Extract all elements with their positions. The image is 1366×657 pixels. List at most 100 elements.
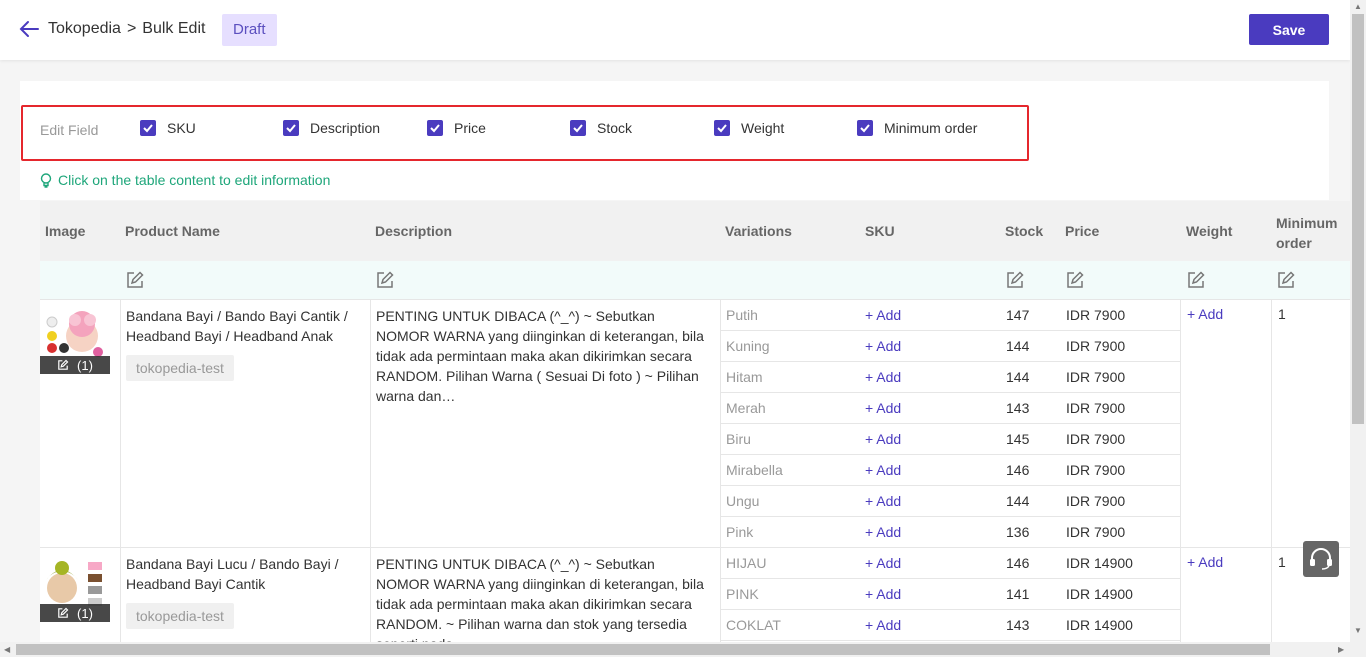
breadcrumb-page: Bulk Edit xyxy=(142,20,206,37)
add-sku-link[interactable]: + Add xyxy=(865,462,901,478)
scroll-right-icon[interactable]: ▶ xyxy=(1338,645,1344,654)
product-name[interactable]: Bandana Bayi / Bando Bayi Cantik / Headb… xyxy=(126,306,366,346)
breadcrumb: Tokopedia > Bulk Edit xyxy=(48,20,205,38)
edit-image-icon[interactable] xyxy=(57,359,69,371)
variation-stock[interactable]: 141 xyxy=(1006,586,1029,602)
table-row: (1) Bandana Bayi / Bando Bayi Cantik / H… xyxy=(40,300,1350,548)
variation-price[interactable]: IDR 7900 xyxy=(1066,493,1125,509)
bulk-edit-row xyxy=(40,261,1350,300)
column-header-stock: Stock xyxy=(1005,223,1044,239)
edit-image-icon[interactable] xyxy=(57,607,69,619)
bulk-edit-table: Image Product Name Description Variation… xyxy=(40,201,1350,642)
variation-row: PINK + Add 141 IDR 14900 xyxy=(720,579,1180,610)
variation-name: PINK xyxy=(726,586,759,602)
variation-price[interactable]: IDR 7900 xyxy=(1066,524,1125,540)
table-header: Image Product Name Description Variation… xyxy=(40,201,1350,261)
add-sku-link[interactable]: + Add xyxy=(865,586,901,602)
product-image[interactable]: (1) xyxy=(40,556,110,622)
checkbox-stock[interactable]: Stock xyxy=(570,120,632,136)
checkbox-checked-icon[interactable] xyxy=(857,120,873,136)
checkbox-label: Description xyxy=(310,120,381,136)
variation-stock[interactable]: 143 xyxy=(1006,400,1029,416)
back-arrow-icon[interactable] xyxy=(18,18,40,40)
checkbox-checked-icon[interactable] xyxy=(714,120,730,136)
variation-stock[interactable]: 145 xyxy=(1006,431,1029,447)
edit-minimum-order-icon[interactable] xyxy=(1276,270,1296,290)
variation-price[interactable]: IDR 7900 xyxy=(1066,338,1125,354)
image-count: (1) xyxy=(77,357,93,373)
product-image[interactable]: (1) xyxy=(40,308,110,374)
save-button[interactable]: Save xyxy=(1249,14,1329,45)
variation-stock[interactable]: 144 xyxy=(1006,369,1029,385)
variation-price[interactable]: IDR 7900 xyxy=(1066,400,1125,416)
breadcrumb-app[interactable]: Tokopedia xyxy=(48,20,121,38)
edit-stock-icon[interactable] xyxy=(1005,270,1025,290)
checkbox-checked-icon[interactable] xyxy=(427,120,443,136)
variation-name: Mirabella xyxy=(726,462,783,478)
variation-price[interactable]: IDR 7900 xyxy=(1066,307,1125,323)
add-sku-link[interactable]: + Add xyxy=(865,555,901,571)
variation-stock[interactable]: 147 xyxy=(1006,307,1029,323)
variation-stock[interactable]: 143 xyxy=(1006,617,1029,633)
checkbox-sku[interactable]: SKU xyxy=(140,120,196,136)
scroll-up-icon[interactable]: ▲ xyxy=(1354,2,1362,11)
vertical-scrollbar-thumb[interactable] xyxy=(1352,14,1364,424)
edit-product-name-icon[interactable] xyxy=(125,270,145,290)
variation-row: Ungu + Add 144 IDR 7900 xyxy=(720,486,1180,517)
image-edit-bar[interactable]: (1) xyxy=(40,604,110,622)
add-sku-link[interactable]: + Add xyxy=(865,431,901,447)
variation-name: Biru xyxy=(726,431,751,447)
variation-name: HIJAU xyxy=(726,555,767,571)
product-name[interactable]: Bandana Bayi Lucu / Bando Bayi / Headban… xyxy=(126,554,366,594)
checkbox-checked-icon[interactable] xyxy=(283,120,299,136)
add-sku-link[interactable]: + Add xyxy=(865,307,901,323)
breadcrumb-separator: > xyxy=(126,20,137,37)
variation-price[interactable]: IDR 14900 xyxy=(1066,555,1133,571)
checkbox-description[interactable]: Description xyxy=(283,120,380,136)
variation-price[interactable]: IDR 14900 xyxy=(1066,617,1133,633)
variation-stock[interactable]: 144 xyxy=(1006,493,1029,509)
variation-stock[interactable]: 146 xyxy=(1006,462,1029,478)
product-description[interactable]: PENTING UNTUK DIBACA (^_^) ~ Sebutkan NO… xyxy=(376,306,710,406)
image-edit-bar[interactable]: (1) xyxy=(40,356,110,374)
variation-stock[interactable]: 136 xyxy=(1006,524,1029,540)
add-weight-link[interactable]: + Add xyxy=(1187,554,1223,570)
variation-price[interactable]: IDR 7900 xyxy=(1066,369,1125,385)
edit-weight-icon[interactable] xyxy=(1186,270,1206,290)
add-weight-link[interactable]: + Add xyxy=(1187,306,1223,322)
add-sku-link[interactable]: + Add xyxy=(865,617,901,633)
minimum-order-value[interactable]: 1 xyxy=(1278,306,1286,322)
minimum-order-value[interactable]: 1 xyxy=(1278,554,1286,570)
variation-price[interactable]: IDR 14900 xyxy=(1066,586,1133,602)
variation-name: Merah xyxy=(726,400,766,416)
column-header-sku: SKU xyxy=(865,223,895,239)
status-badge: Draft xyxy=(222,14,277,46)
variation-stock[interactable]: 144 xyxy=(1006,338,1029,354)
checkbox-checked-icon[interactable] xyxy=(140,120,156,136)
column-header-image: Image xyxy=(45,223,86,239)
add-sku-link[interactable]: + Add xyxy=(865,400,901,416)
customer-support-button[interactable] xyxy=(1303,541,1339,577)
checkbox-weight[interactable]: Weight xyxy=(714,120,784,136)
add-sku-link[interactable]: + Add xyxy=(865,338,901,354)
add-sku-link[interactable]: + Add xyxy=(865,369,901,385)
checkbox-checked-icon[interactable] xyxy=(570,120,586,136)
horizontal-scrollbar-thumb[interactable] xyxy=(16,644,1270,655)
edit-description-icon[interactable] xyxy=(375,270,395,290)
variation-price[interactable]: IDR 7900 xyxy=(1066,431,1125,447)
scroll-down-icon[interactable]: ▼ xyxy=(1354,626,1362,635)
column-header-minimum-order: Minimum order xyxy=(1276,213,1337,253)
checkbox-price[interactable]: Price xyxy=(427,120,486,136)
scroll-left-icon[interactable]: ◀ xyxy=(4,645,10,654)
add-sku-link[interactable]: + Add xyxy=(865,524,901,540)
add-sku-link[interactable]: + Add xyxy=(865,493,901,509)
variation-name: Kuning xyxy=(726,338,770,354)
variation-stock[interactable]: 146 xyxy=(1006,555,1029,571)
product-description[interactable]: PENTING UNTUK DIBACA (^_^) ~ Sebutkan NO… xyxy=(376,554,710,642)
variation-price[interactable]: IDR 7900 xyxy=(1066,462,1125,478)
variation-name: Ungu xyxy=(726,493,760,509)
variation-name: Putih xyxy=(726,307,758,323)
checkbox-minimum-order[interactable]: Minimum order xyxy=(857,120,977,136)
column-header-weight: Weight xyxy=(1186,223,1233,239)
edit-price-icon[interactable] xyxy=(1065,270,1085,290)
